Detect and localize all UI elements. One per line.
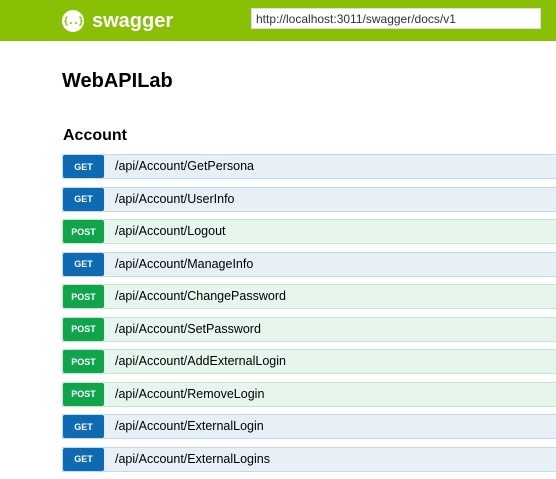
section-title-account[interactable]: Account bbox=[63, 127, 127, 145]
method-badge: GET bbox=[63, 187, 104, 211]
method-badge: GET bbox=[63, 252, 104, 276]
operations-list: GET /api/Account/GetPersona GET /api/Acc… bbox=[62, 154, 556, 479]
method-badge: POST bbox=[63, 350, 104, 373]
logo-text: swagger bbox=[92, 9, 174, 32]
operation-row[interactable]: GET /api/Account/ExternalLogins bbox=[62, 446, 556, 472]
method-badge: GET bbox=[63, 155, 104, 178]
operation-row[interactable]: POST /api/Account/ChangePassword bbox=[62, 284, 556, 309]
operation-row[interactable]: POST /api/Account/RemoveLogin bbox=[62, 381, 556, 407]
operation-path[interactable]: /api/Account/ExternalLogin bbox=[115, 419, 264, 433]
operation-row[interactable]: POST /api/Account/SetPassword bbox=[62, 316, 556, 342]
swagger-logo-icon: {..} bbox=[62, 10, 84, 32]
method-badge: POST bbox=[63, 220, 104, 243]
swagger-logo[interactable]: {..} swagger bbox=[62, 9, 173, 33]
method-badge: POST bbox=[63, 317, 104, 341]
logo-icon-glyph: {..} bbox=[62, 15, 84, 27]
operation-path[interactable]: /api/Account/GetPersona bbox=[115, 159, 254, 173]
operation-path[interactable]: /api/Account/SetPassword bbox=[115, 322, 261, 336]
operation-row[interactable]: GET /api/Account/ManageInfo bbox=[62, 251, 556, 277]
method-badge: GET bbox=[63, 447, 104, 471]
method-badge: GET bbox=[63, 415, 104, 438]
operation-path[interactable]: /api/Account/ExternalLogins bbox=[115, 452, 270, 466]
top-bar: {..} swagger bbox=[0, 0, 556, 41]
operation-row[interactable]: POST /api/Account/Logout bbox=[62, 219, 556, 244]
operation-path[interactable]: /api/Account/UserInfo bbox=[115, 192, 235, 206]
spec-url-input[interactable] bbox=[251, 8, 541, 29]
operation-row[interactable]: GET /api/Account/GetPersona bbox=[62, 154, 556, 179]
operation-path[interactable]: /api/Account/Logout bbox=[115, 224, 226, 238]
operation-row[interactable]: GET /api/Account/UserInfo bbox=[62, 186, 556, 212]
api-title: WebAPILab bbox=[62, 70, 173, 92]
operation-row[interactable]: GET /api/Account/ExternalLogin bbox=[62, 414, 556, 439]
operation-row[interactable]: POST /api/Account/AddExternalLogin bbox=[62, 349, 556, 374]
method-badge: POST bbox=[63, 382, 104, 406]
operation-path[interactable]: /api/Account/ManageInfo bbox=[115, 257, 253, 271]
method-badge: POST bbox=[63, 285, 104, 308]
operation-path[interactable]: /api/Account/ChangePassword bbox=[115, 289, 286, 303]
operation-path[interactable]: /api/Account/AddExternalLogin bbox=[115, 354, 286, 368]
operation-path[interactable]: /api/Account/RemoveLogin bbox=[115, 387, 264, 401]
